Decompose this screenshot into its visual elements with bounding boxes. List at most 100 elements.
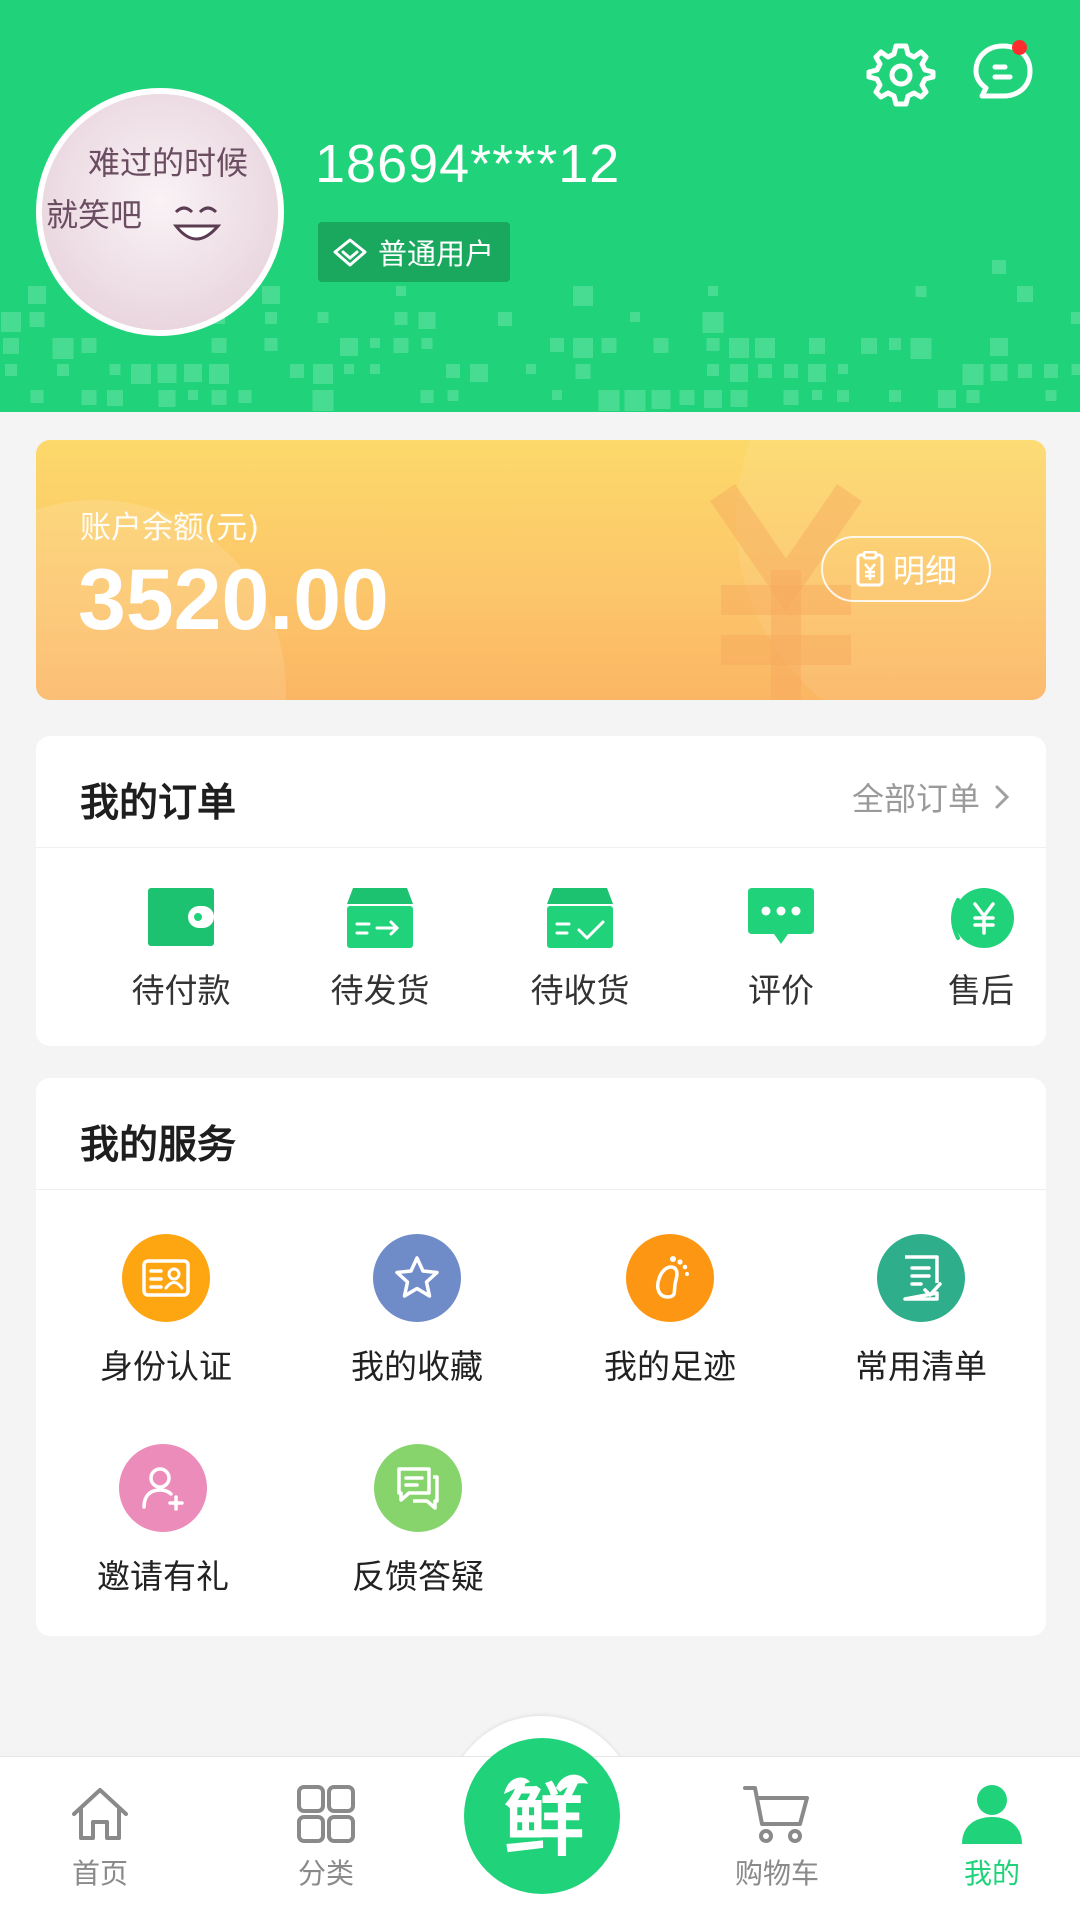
decor-pixel [576,364,591,379]
service-label: 反馈答疑 [303,1550,533,1598]
decor-pixel [680,390,695,405]
nav-cart[interactable]: 购物车 [707,1782,847,1892]
service-label: 邀请有礼 [48,1550,278,1598]
service-invite-gift[interactable]: 邀请有礼 [48,1444,278,1598]
decor-pixel [550,338,564,352]
wallet-icon [146,886,216,950]
shipping-box-icon [345,886,415,950]
decor-pixel [707,364,719,376]
decor-pixel [1071,312,1080,324]
decor-pixel [1017,286,1033,302]
decor-pixel [1072,364,1080,375]
decor-pixel [861,338,877,354]
service-identity-verification[interactable]: 身份认证 [51,1234,281,1388]
decor-pixel [395,312,408,325]
decor-pixel [265,312,277,324]
decor-pixel [446,364,460,378]
nav-category[interactable]: 分类 [256,1782,396,1892]
decor-pixel [318,312,329,323]
chevron-right-icon [994,784,1010,810]
comment-dots-icon [746,886,816,950]
decor-pixel [652,390,671,409]
service-feedback[interactable]: 反馈答疑 [303,1444,533,1598]
decor-pixel [53,338,74,359]
decor-pixel [3,338,19,354]
decor-pixel [340,338,358,356]
decor-pixel [758,364,772,378]
star-icon [392,1253,442,1303]
decor-pixel [552,390,562,400]
decor-pixel [5,364,17,376]
balance-card[interactable]: 账户余额(元) 3520.00 明细 [36,440,1046,700]
nav-label: 首页 [30,1852,170,1892]
my-services-section: 我的服务 身份认证 我的收藏 [36,1078,1046,1636]
decor-pixel [837,390,849,402]
decor-pixel [784,390,799,405]
nav-label: 分类 [256,1852,396,1892]
decor-pixel [703,312,724,333]
decor-pixel [82,338,97,353]
decor-pixel [1018,364,1032,378]
decor-pixel [992,260,1006,274]
add-user-icon [138,1463,188,1513]
balance-detail-label: 明细 [893,546,957,592]
decor-pixel [573,286,593,306]
order-pending-receipt[interactable]: 待收货 [505,886,655,1012]
my-orders-title: 我的订单 [80,772,236,828]
order-label: 售后 [906,964,1056,1012]
decor-pixel [188,390,198,400]
decor-pixel [1046,390,1057,401]
id-card-icon [141,1258,191,1298]
service-my-footprint[interactable]: 我的足迹 [555,1234,785,1388]
decor-pixel [57,364,69,376]
decor-pixel [784,364,798,378]
decor-pixel [526,364,536,374]
decor-pixel [708,286,718,296]
order-review[interactable]: 评价 [706,886,856,1012]
nav-home[interactable]: 首页 [30,1782,170,1892]
nav-mine[interactable]: 我的 [922,1782,1062,1892]
decor-pixel [421,390,434,403]
order-after-sales[interactable]: 售后 [906,886,1056,1012]
checklist-icon [899,1253,943,1303]
decor-pixel [370,338,380,348]
service-frequent-list[interactable]: 常用清单 [806,1234,1036,1388]
decor-pixel [209,364,229,384]
service-label: 我的足迹 [555,1340,785,1388]
membership-label: 普通用户 [378,231,494,273]
service-my-favorites[interactable]: 我的收藏 [302,1234,532,1388]
svg-text:就笑吧: 就笑吧 [46,196,142,234]
decor-pixel [630,312,640,322]
all-orders-label: 全部订单 [852,774,980,820]
decor-pixel [889,390,901,402]
decor-pixel [212,338,227,353]
order-label: 评价 [706,964,856,1012]
nav-label: 购物车 [707,1852,847,1892]
decor-pixel [625,390,646,411]
order-pending-payment[interactable]: 待付款 [106,886,256,1012]
balance-detail-button[interactable]: 明细 [821,536,991,602]
decor-pixel [707,338,720,351]
decor-pixel [344,364,354,374]
decor-pixel [370,364,380,374]
all-orders-link[interactable]: 全部订单 [852,774,1010,820]
avatar[interactable]: 难过的时候 就笑吧 [36,88,284,336]
decor-pixel [262,286,280,304]
decor-pixel [110,364,121,375]
membership-badge[interactable]: 普通用户 [318,222,510,282]
service-label: 我的收藏 [302,1340,532,1388]
nav-center-logo-button[interactable]: 鲜 [464,1738,620,1894]
decor-pixel [704,390,722,408]
decor-pixel [31,390,44,403]
service-label: 常用清单 [806,1340,1036,1388]
svg-text:难过的时候: 难过的时候 [88,144,248,182]
messages-button[interactable] [968,38,1038,108]
user-phone: 18694****12 [315,132,620,196]
feedback-icon [393,1463,443,1513]
order-pending-shipment[interactable]: 待发货 [305,886,455,1012]
order-label: 待收货 [505,964,655,1012]
decor-pixel [1044,364,1058,378]
avatar-image: 难过的时候 就笑吧 [42,94,278,330]
decor-pixel [82,390,97,405]
settings-button[interactable] [866,38,936,108]
